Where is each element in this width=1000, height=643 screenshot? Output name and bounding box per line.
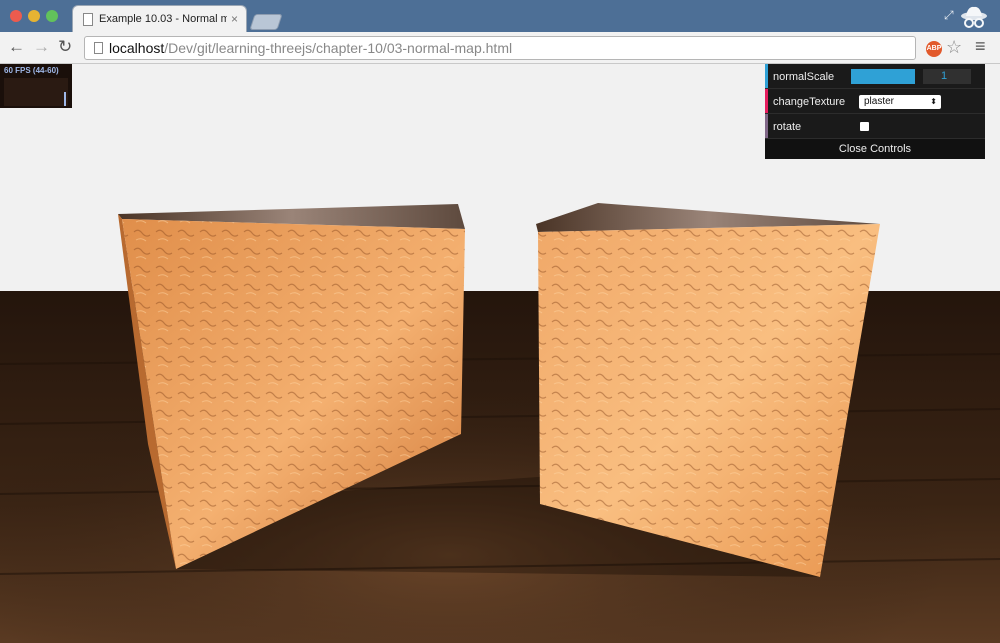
string-stripe (765, 89, 768, 113)
forward-button[interactable]: → (33, 38, 50, 56)
fullscreen-icon[interactable]: ⤢ (944, 8, 954, 23)
page-icon (94, 42, 103, 54)
menu-icon[interactable]: ≡ (975, 36, 986, 57)
minimize-window-button[interactable] (28, 10, 40, 22)
fps-graph (4, 78, 68, 106)
change-texture-select[interactable]: plaster ⬍ (859, 95, 941, 109)
url-path: /Dev/git/learning-threejs/chapter-10/03-… (164, 40, 513, 56)
address-bar[interactable]: localhost/Dev/git/learning-threejs/chapt… (84, 36, 916, 60)
select-arrow-icon: ⬍ (930, 97, 937, 106)
webgl-viewport[interactable]: 60 FPS (44-60) normalScale 1 changeTextu… (0, 64, 1000, 643)
normal-scale-label: normalScale (773, 71, 835, 83)
star-icon[interactable]: ☆ (946, 37, 962, 58)
close-controls-button[interactable]: Close Controls (765, 139, 985, 159)
incognito-icon (961, 6, 987, 28)
window-titlebar: Example 10.03 - Normal map × ⤢ (0, 0, 1000, 32)
reload-button[interactable]: ↻ (58, 38, 72, 56)
browser-toolbar: ← → ↻ localhost/Dev/git/learning-threejs… (0, 32, 1000, 64)
number-stripe (765, 64, 768, 88)
normal-scale-input[interactable]: 1 (923, 69, 971, 84)
close-window-button[interactable] (10, 10, 22, 22)
back-button[interactable]: ← (8, 38, 25, 56)
adblock-icon[interactable]: ABP (926, 41, 942, 57)
rotate-label: rotate (773, 121, 802, 133)
close-tab-icon[interactable]: × (231, 12, 238, 26)
document-icon (83, 13, 93, 26)
url-text[interactable]: localhost/Dev/git/learning-threejs/chapt… (109, 40, 512, 56)
rotate-checkbox[interactable] (860, 122, 869, 131)
change-texture-label: changeTexture (773, 96, 846, 108)
fps-bar (64, 92, 66, 106)
tab-title: Example 10.03 - Normal map (99, 13, 227, 25)
selected-texture: plaster (864, 96, 895, 107)
normal-scale-row: normalScale 1 (765, 64, 985, 89)
change-texture-row: changeTexture plaster ⬍ (765, 89, 985, 114)
boolean-stripe (765, 114, 768, 138)
fps-text: 60 FPS (44-60) (4, 66, 59, 75)
browser-tab[interactable]: Example 10.03 - Normal map × (72, 5, 247, 32)
normal-scale-slider[interactable] (851, 69, 915, 84)
new-tab-button[interactable] (249, 14, 283, 30)
controls-panel: normalScale 1 changeTexture plaster ⬍ rot… (765, 64, 985, 159)
zoom-window-button[interactable] (46, 10, 58, 22)
url-host: localhost (109, 40, 165, 56)
fps-stats[interactable]: 60 FPS (44-60) (0, 64, 72, 108)
rotate-row: rotate (765, 114, 985, 139)
slider-fill (851, 69, 915, 84)
